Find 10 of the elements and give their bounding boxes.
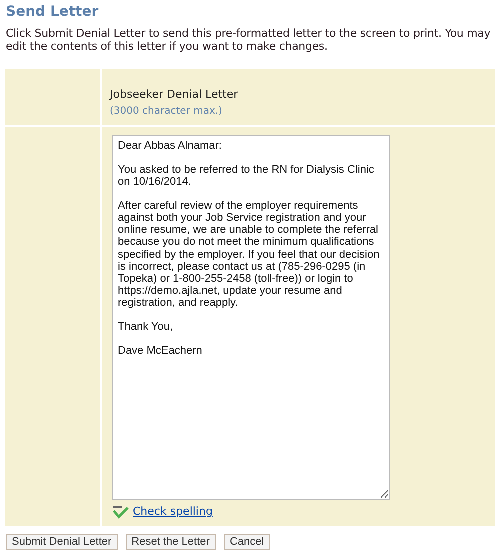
page-title: Send Letter	[6, 4, 100, 21]
letter-text-area[interactable]: Dear Abbas Alnamar: You asked to be referred to the RN for Dialysis Clinic on 10/16/2014. After careful review of the employer requirements against both your Job Service registration and your online resume, we are unable to complete the referral because you do not meet the minimum qualifications specified by the employer. If you feel that our decision is incorrect, please contact us at (785-296-0295 (in Topeka) or 1-800-255-2458 (toll-free)) or login to https://demo.ajla.net, update your resume and registration, and reapply. Thank You, Dave McEachern	[112, 134, 390, 500]
field-label: Jobseeker Denial Letter	[110, 87, 240, 104]
instructions-text: Click Submit Denial Letter to send this pre-formatted letter to the screen to print. You may edit the contents of this letter if you want to make changes.	[6, 26, 492, 54]
spell-check-icon	[112, 504, 129, 519]
check-spelling-link[interactable]: Check spelling	[133, 504, 213, 520]
form-button[interactable]: Submit Denial Letter	[6, 534, 118, 550]
form-button[interactable]: Cancel	[224, 534, 270, 550]
character-limit-hint: (3000 character max.)	[110, 104, 224, 119]
form-button[interactable]: Reset the Letter	[126, 534, 216, 550]
